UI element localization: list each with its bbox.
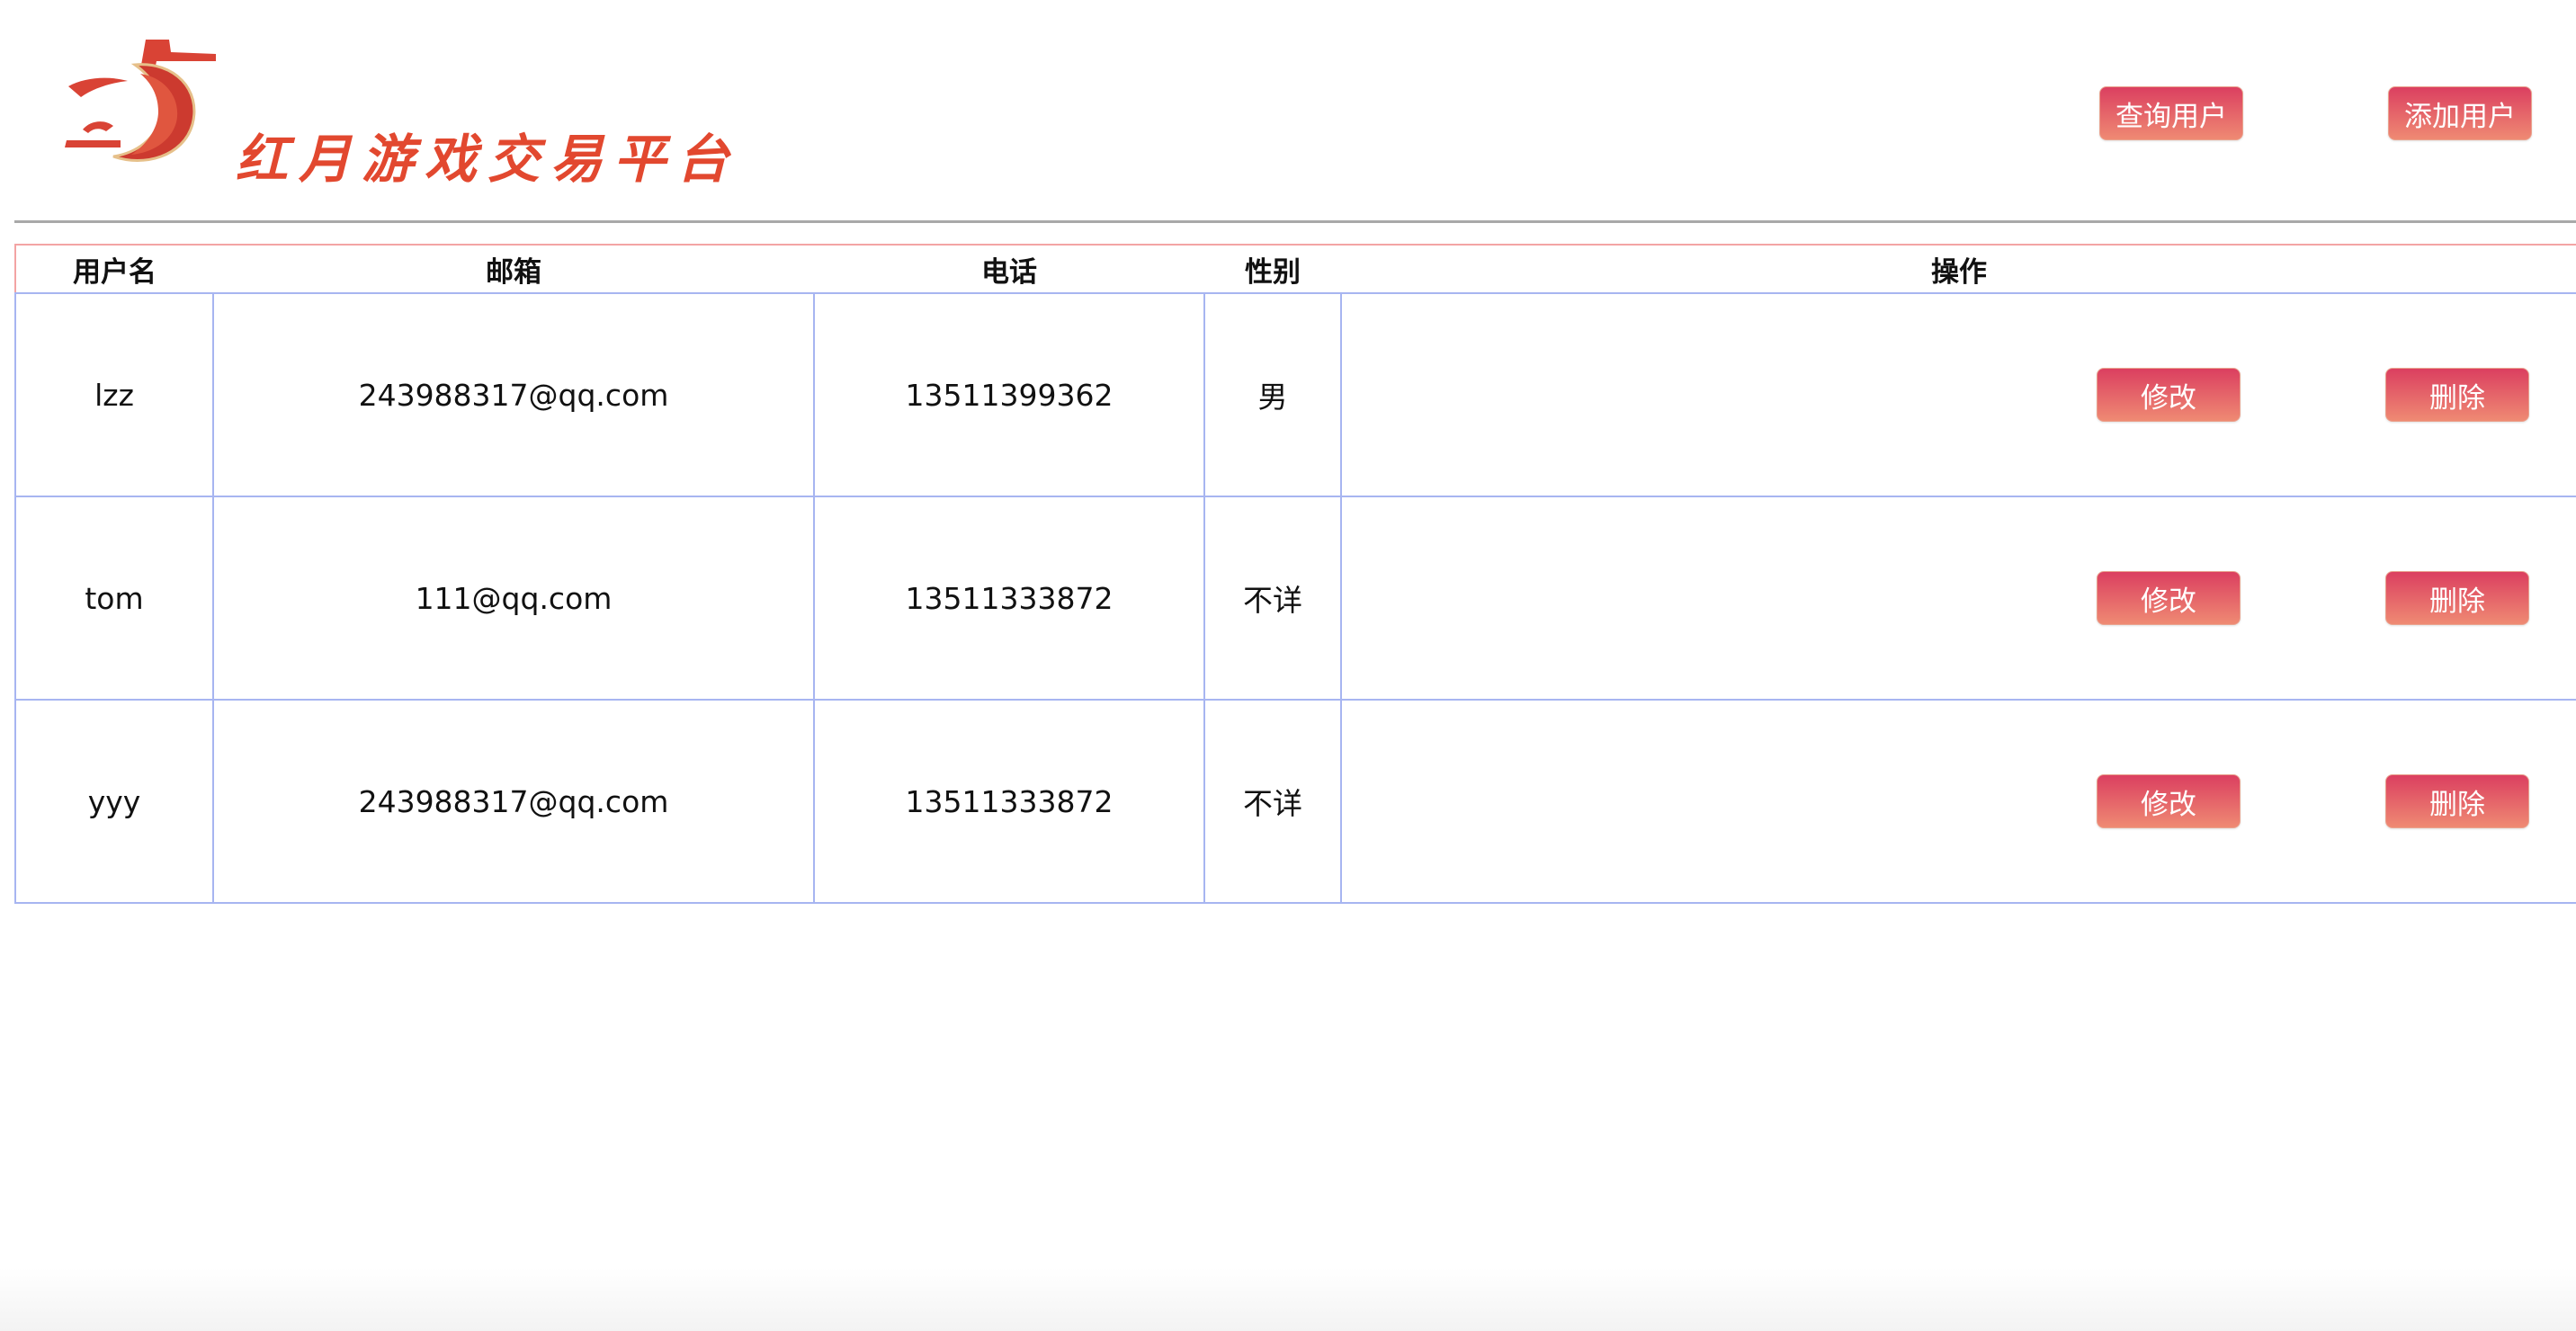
table-header-row: 用户名 邮箱 电话 性别 操作 <box>14 244 2576 294</box>
user-management-page: 红月游戏交易平台 查询用户 添加用户 用户名 邮箱 电话 性别 操作 lzz 2… <box>0 0 2576 1331</box>
email-cell: 243988317@qq.com <box>212 292 815 497</box>
actions-cell: 修改 删除 <box>1340 496 2576 701</box>
edit-button[interactable]: 修改 <box>2097 368 2241 422</box>
actions-group: 修改 删除 <box>1342 774 2576 828</box>
column-header-email: 邮箱 <box>213 244 814 294</box>
query-user-button[interactable]: 查询用户 <box>2099 86 2243 140</box>
edit-button[interactable]: 修改 <box>2097 571 2241 625</box>
actions-group: 修改 删除 <box>1342 368 2576 422</box>
email-cell: 243988317@qq.com <box>212 699 815 904</box>
actions-group: 修改 删除 <box>1342 571 2576 625</box>
phone-cell: 13511333872 <box>813 496 1205 701</box>
table-row: yyy 243988317@qq.com 13511333872 不详 修改 删… <box>14 699 2576 904</box>
column-header-phone: 电话 <box>814 244 1204 294</box>
table-row: tom 111@qq.com 13511333872 不详 修改 删除 <box>14 496 2576 701</box>
column-header-username: 用户名 <box>14 244 213 294</box>
phone-cell: 13511333872 <box>813 699 1205 904</box>
delete-button[interactable]: 删除 <box>2385 368 2529 422</box>
gender-cell: 男 <box>1203 292 1342 497</box>
phone-cell: 13511399362 <box>813 292 1205 497</box>
table-row: lzz 243988317@qq.com 13511399362 男 修改 删除 <box>14 292 2576 497</box>
user-table: 用户名 邮箱 电话 性别 操作 lzz 243988317@qq.com 135… <box>14 244 2576 904</box>
actions-cell: 修改 删除 <box>1340 292 2576 497</box>
column-header-gender: 性别 <box>1204 244 1341 294</box>
username-cell: yyy <box>14 699 214 904</box>
email-cell: 111@qq.com <box>212 496 815 701</box>
username-cell: lzz <box>14 292 214 497</box>
gender-cell: 不详 <box>1203 496 1342 701</box>
bottom-shadow <box>0 1268 2576 1331</box>
page-header: 红月游戏交易平台 查询用户 添加用户 <box>0 0 2576 221</box>
delete-button[interactable]: 删除 <box>2385 774 2529 828</box>
username-cell: tom <box>14 496 214 701</box>
column-header-actions: 操作 <box>1341 244 2576 294</box>
red-moon-logo-icon <box>65 40 216 162</box>
header-divider <box>14 220 2576 223</box>
delete-button[interactable]: 删除 <box>2385 571 2529 625</box>
actions-cell: 修改 删除 <box>1340 699 2576 904</box>
edit-button[interactable]: 修改 <box>2097 774 2241 828</box>
brand-title: 红月游戏交易平台 <box>236 129 740 190</box>
add-user-button[interactable]: 添加用户 <box>2388 86 2532 140</box>
gender-cell: 不详 <box>1203 699 1342 904</box>
